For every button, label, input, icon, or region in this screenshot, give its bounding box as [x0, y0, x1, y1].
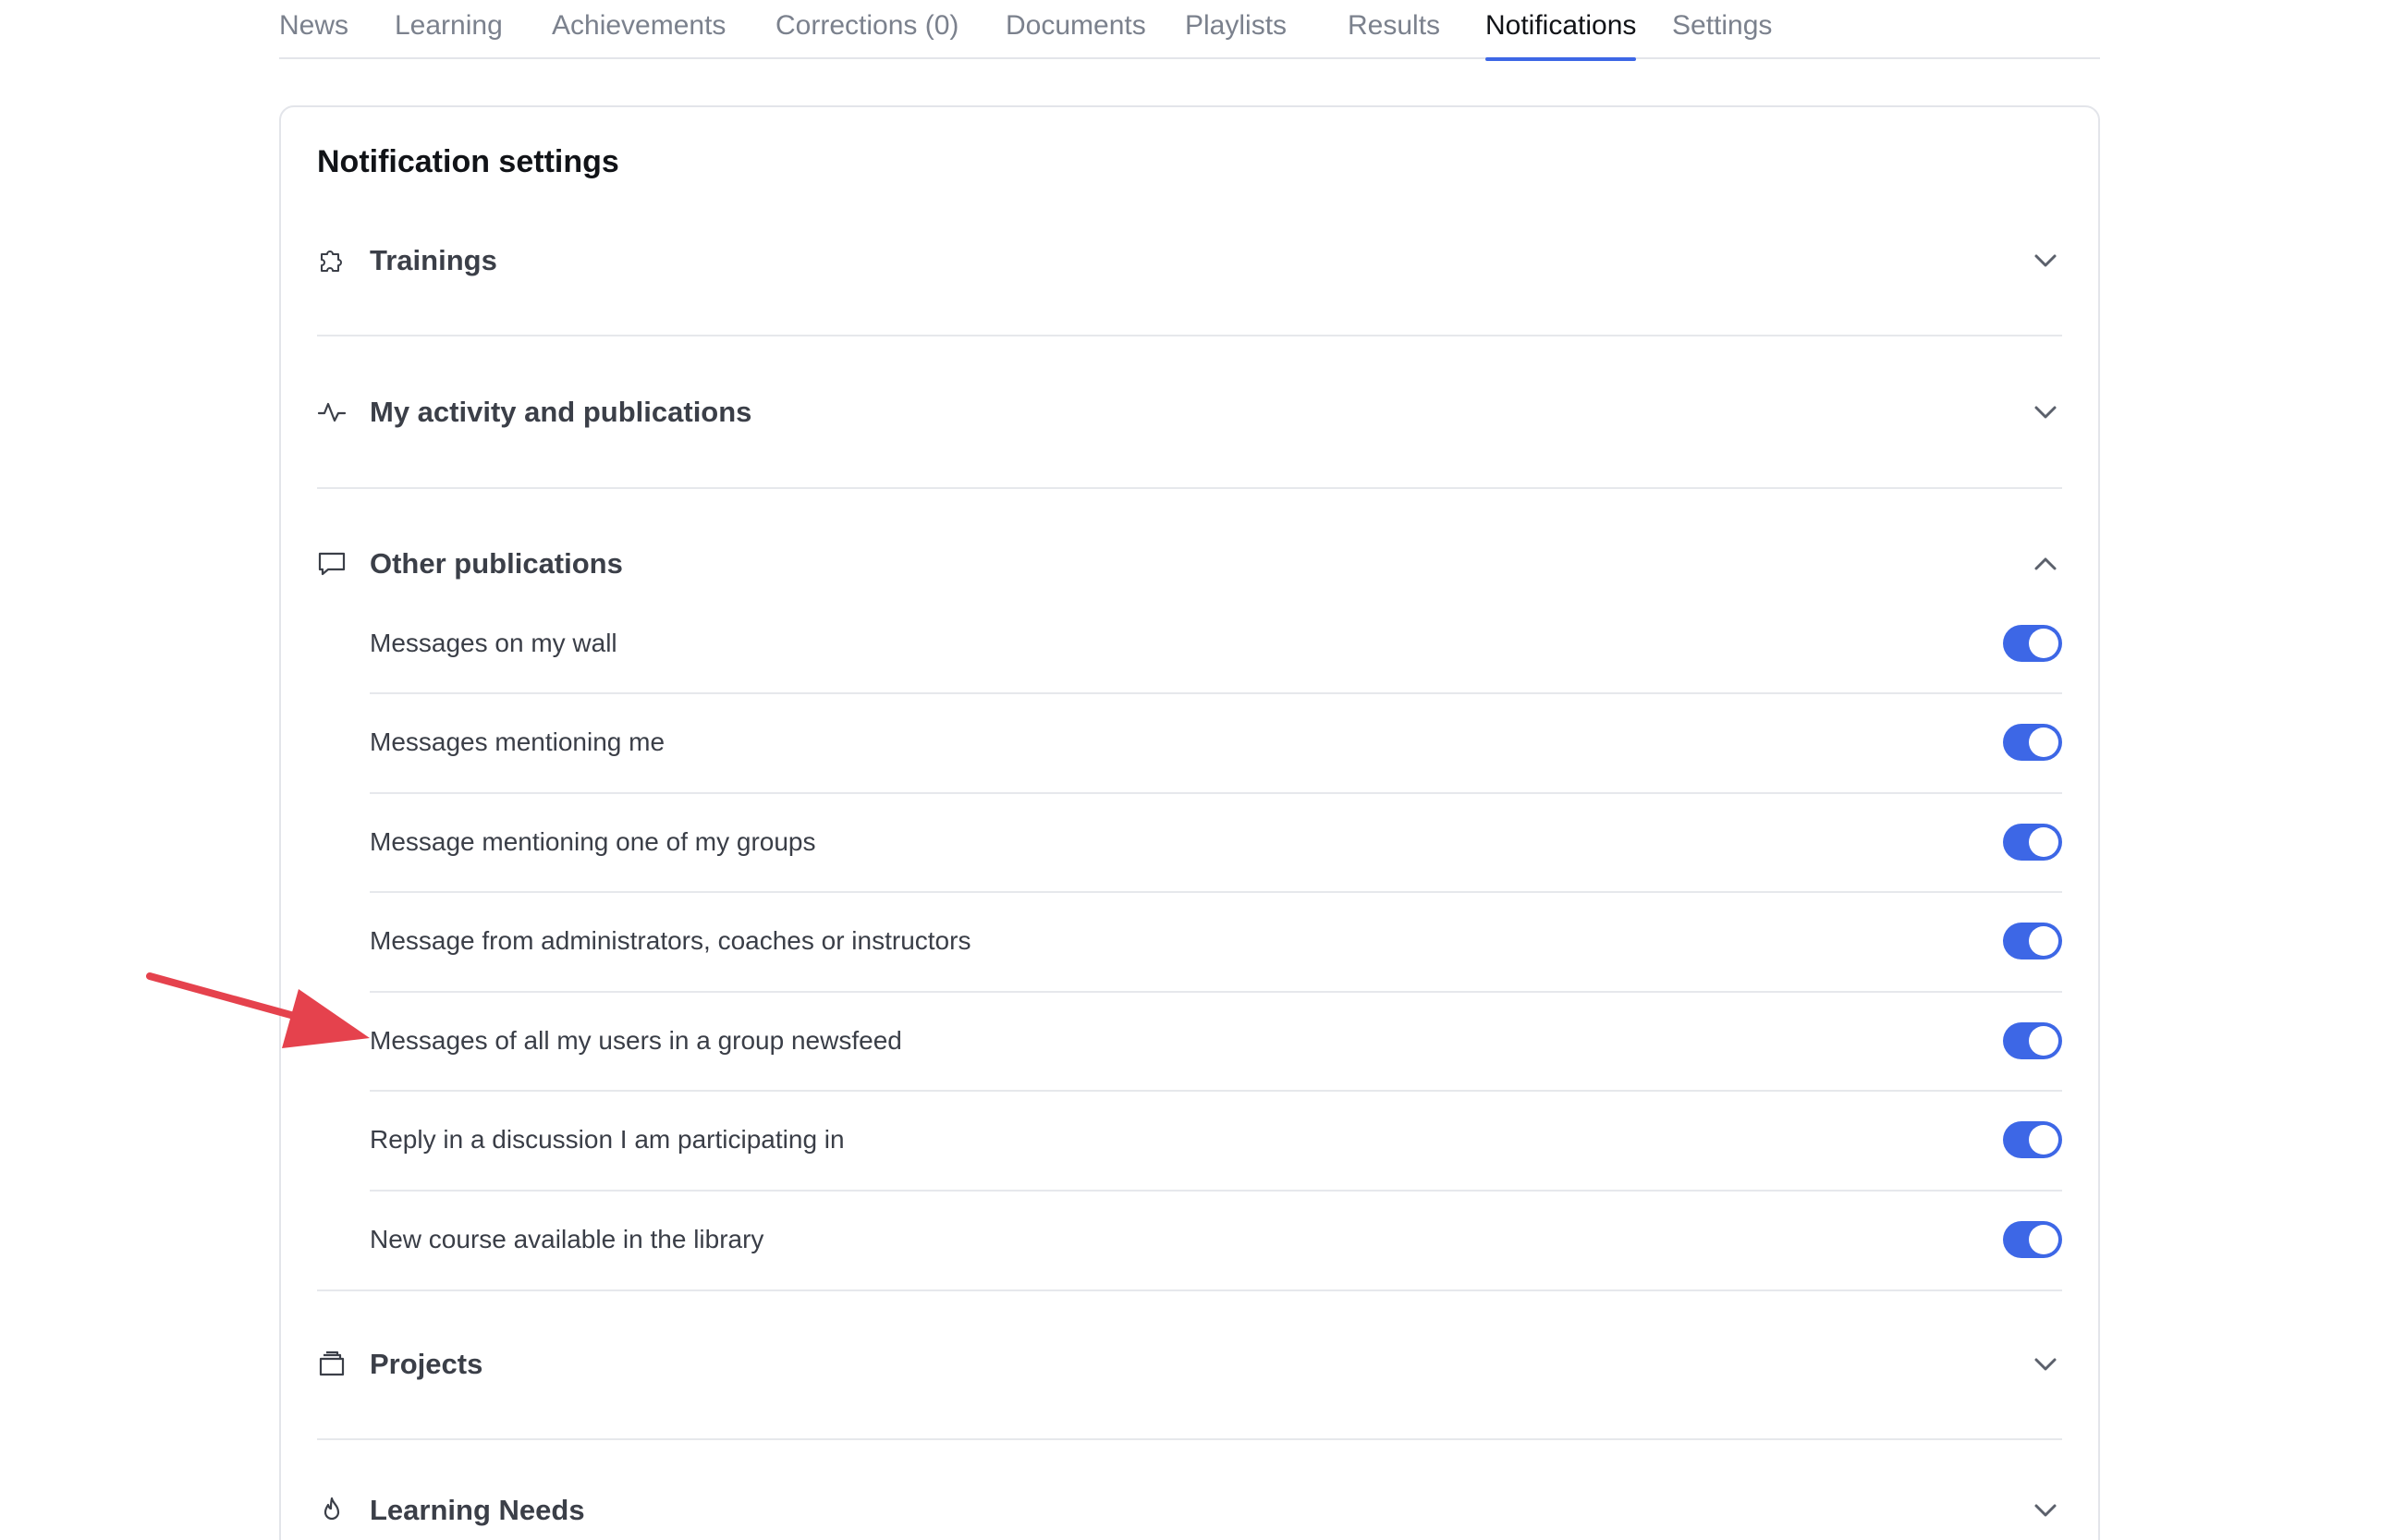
- setting-label: Messages on my wall: [370, 629, 617, 657]
- section-projects[interactable]: Projects: [317, 1337, 2062, 1392]
- divider: [370, 792, 2062, 794]
- setting-row-new-course: New course available in the library: [370, 1212, 2062, 1267]
- tab-playlists[interactable]: Playlists: [1185, 4, 1287, 57]
- section-label: Projects: [370, 1348, 483, 1380]
- toggle-knob: [2029, 926, 2058, 956]
- setting-label: Message mentioning one of my groups: [370, 827, 816, 856]
- divider: [317, 1438, 2062, 1440]
- chevron-down-icon[interactable]: [2029, 396, 2062, 429]
- toggle-knob: [2029, 629, 2058, 658]
- page-title: Notification settings: [317, 144, 619, 179]
- toggle-knob: [2029, 1225, 2058, 1254]
- toggle-knob: [2029, 727, 2058, 757]
- divider: [370, 891, 2062, 893]
- divider: [370, 1090, 2062, 1092]
- toggle-switch[interactable]: [2003, 923, 2062, 959]
- profile-tab-bar: News Learning Achievements Corrections (…: [279, 0, 2100, 61]
- setting-row-messages-mentioning-me: Messages mentioning me: [370, 715, 2062, 770]
- setting-row-group-newsfeed: Messages of all my users in a group news…: [370, 1013, 2062, 1069]
- setting-label: New course available in the library: [370, 1225, 764, 1253]
- setting-label: Messages mentioning me: [370, 727, 665, 756]
- flame-icon: [317, 1496, 347, 1525]
- tab-corrections[interactable]: Corrections (0): [775, 4, 959, 57]
- chevron-down-icon[interactable]: [2029, 1494, 2062, 1527]
- tab-news[interactable]: News: [279, 4, 348, 57]
- divider: [317, 335, 2062, 336]
- chevron-down-icon[interactable]: [2029, 1348, 2062, 1381]
- setting-row-mentioning-groups: Message mentioning one of my groups: [370, 814, 2062, 870]
- divider: [317, 487, 2062, 489]
- toggle-switch[interactable]: [2003, 625, 2062, 662]
- divider: [370, 991, 2062, 993]
- activity-icon: [317, 397, 347, 427]
- toggle-switch[interactable]: [2003, 824, 2062, 861]
- section-learning-needs[interactable]: Learning Needs: [317, 1483, 2062, 1538]
- setting-row-from-admins: Message from administrators, coaches or …: [370, 913, 2062, 969]
- tab-learning[interactable]: Learning: [395, 4, 503, 57]
- chevron-down-icon[interactable]: [2029, 244, 2062, 277]
- divider: [370, 692, 2062, 694]
- setting-label: Reply in a discussion I am participating…: [370, 1125, 845, 1154]
- chevron-up-icon[interactable]: [2029, 547, 2062, 581]
- section-label: Other publications: [370, 547, 623, 580]
- toggle-knob: [2029, 1026, 2058, 1056]
- toggle-knob: [2029, 1125, 2058, 1155]
- divider: [370, 1190, 2062, 1192]
- setting-label: Messages of all my users in a group news…: [370, 1026, 902, 1055]
- tab-documents[interactable]: Documents: [1006, 4, 1146, 57]
- setting-row-messages-on-wall: Messages on my wall: [370, 616, 2062, 671]
- toggle-switch[interactable]: [2003, 724, 2062, 761]
- toggle-switch[interactable]: [2003, 1221, 2062, 1258]
- section-label: Learning Needs: [370, 1494, 585, 1526]
- toggle-switch[interactable]: [2003, 1022, 2062, 1059]
- section-trainings[interactable]: Trainings: [317, 233, 2062, 288]
- section-label: My activity and publications: [370, 396, 752, 428]
- tab-results[interactable]: Results: [1348, 4, 1440, 57]
- section-my-activity[interactable]: My activity and publications: [317, 385, 2062, 440]
- setting-label: Message from administrators, coaches or …: [370, 926, 971, 955]
- setting-row-reply-discussion: Reply in a discussion I am participating…: [370, 1112, 2062, 1167]
- annotation-arrow-icon: [139, 952, 379, 1063]
- folder-icon: [317, 1350, 347, 1379]
- section-other-publications[interactable]: Other publications: [317, 536, 2062, 592]
- section-label: Trainings: [370, 244, 497, 276]
- tab-notifications[interactable]: Notifications: [1485, 4, 1637, 61]
- chat-bubble-icon: [317, 549, 347, 579]
- tab-settings[interactable]: Settings: [1672, 4, 1772, 57]
- toggle-knob: [2029, 827, 2058, 857]
- tab-achievements[interactable]: Achievements: [552, 4, 726, 57]
- puzzle-icon: [317, 246, 347, 275]
- toggle-switch[interactable]: [2003, 1121, 2062, 1158]
- divider: [317, 1289, 2062, 1291]
